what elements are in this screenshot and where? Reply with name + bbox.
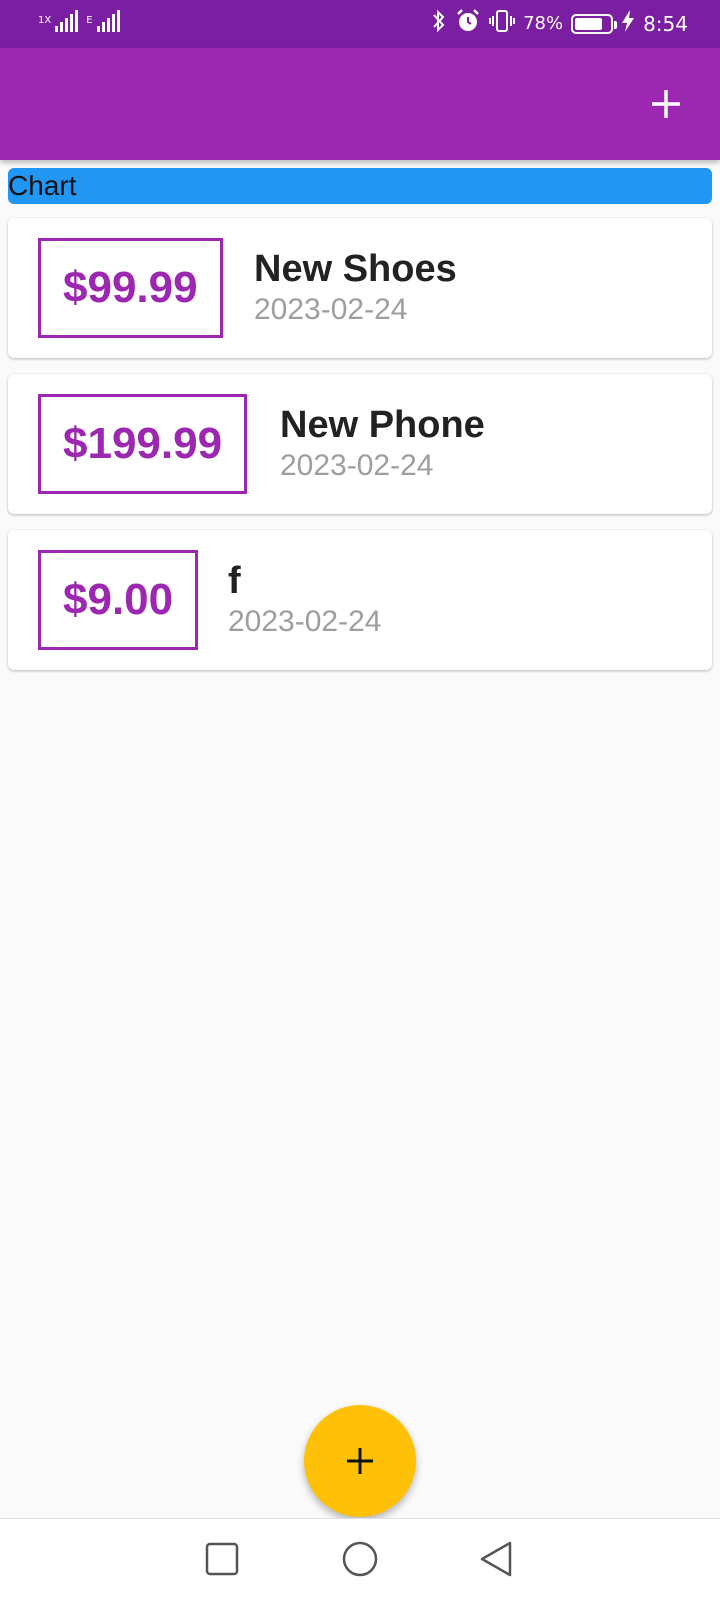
bluetooth-icon [431, 9, 447, 38]
transaction-title: New Phone [280, 404, 485, 446]
system-nav-bar [0, 1518, 720, 1600]
signal-icon [96, 10, 120, 32]
transaction-info: f 2023-02-24 [228, 558, 381, 640]
status-bar: 1X E 78% 8:54 [0, 0, 720, 48]
transaction-info: New Shoes 2023-02-24 [254, 246, 457, 328]
transaction-card[interactable]: $99.99 New Shoes 2023-02-24 [8, 218, 712, 358]
alarm-icon [455, 8, 481, 39]
add-transaction-button[interactable] [640, 78, 692, 130]
recents-button[interactable] [200, 1537, 244, 1581]
sim1-network-tag: 1X [38, 15, 52, 26]
battery-icon [571, 13, 618, 34]
signal-group: 1X E [38, 10, 120, 32]
app-bar [0, 48, 720, 160]
amount-badge: $199.99 [38, 394, 248, 494]
add-fab-button[interactable] [304, 1405, 416, 1517]
sim2-network-tag: E [86, 15, 93, 26]
amount-badge: $99.99 [38, 238, 223, 338]
transaction-card[interactable]: $199.99 New Phone 2023-02-24 [8, 374, 712, 514]
home-button[interactable] [338, 1537, 382, 1581]
status-icons: 78% 8:54 [431, 8, 688, 39]
vibrate-icon [489, 9, 516, 38]
transaction-date: 2023-02-24 [254, 293, 408, 326]
transaction-date: 2023-02-24 [228, 605, 382, 638]
charging-icon [621, 9, 635, 38]
chart-area: Chart [8, 168, 712, 204]
transaction-date: 2023-02-24 [280, 449, 434, 482]
transaction-title: f [228, 560, 241, 602]
battery-percent: 78% [523, 13, 564, 34]
recents-square-icon [205, 1542, 239, 1576]
signal-icon [55, 10, 79, 32]
battery-level-fill [575, 17, 602, 30]
plus-icon [652, 90, 680, 118]
transaction-info: New Phone 2023-02-24 [280, 402, 485, 484]
transaction-title: New Shoes [254, 248, 457, 290]
plus-icon [347, 1448, 373, 1474]
amount-badge: $9.00 [38, 550, 199, 650]
back-triangle-icon [480, 1541, 512, 1577]
transaction-card[interactable]: $9.00 f 2023-02-24 [8, 530, 712, 670]
clock-time: 8:54 [643, 11, 688, 36]
home-circle-icon [342, 1541, 378, 1577]
back-button[interactable] [474, 1537, 518, 1581]
